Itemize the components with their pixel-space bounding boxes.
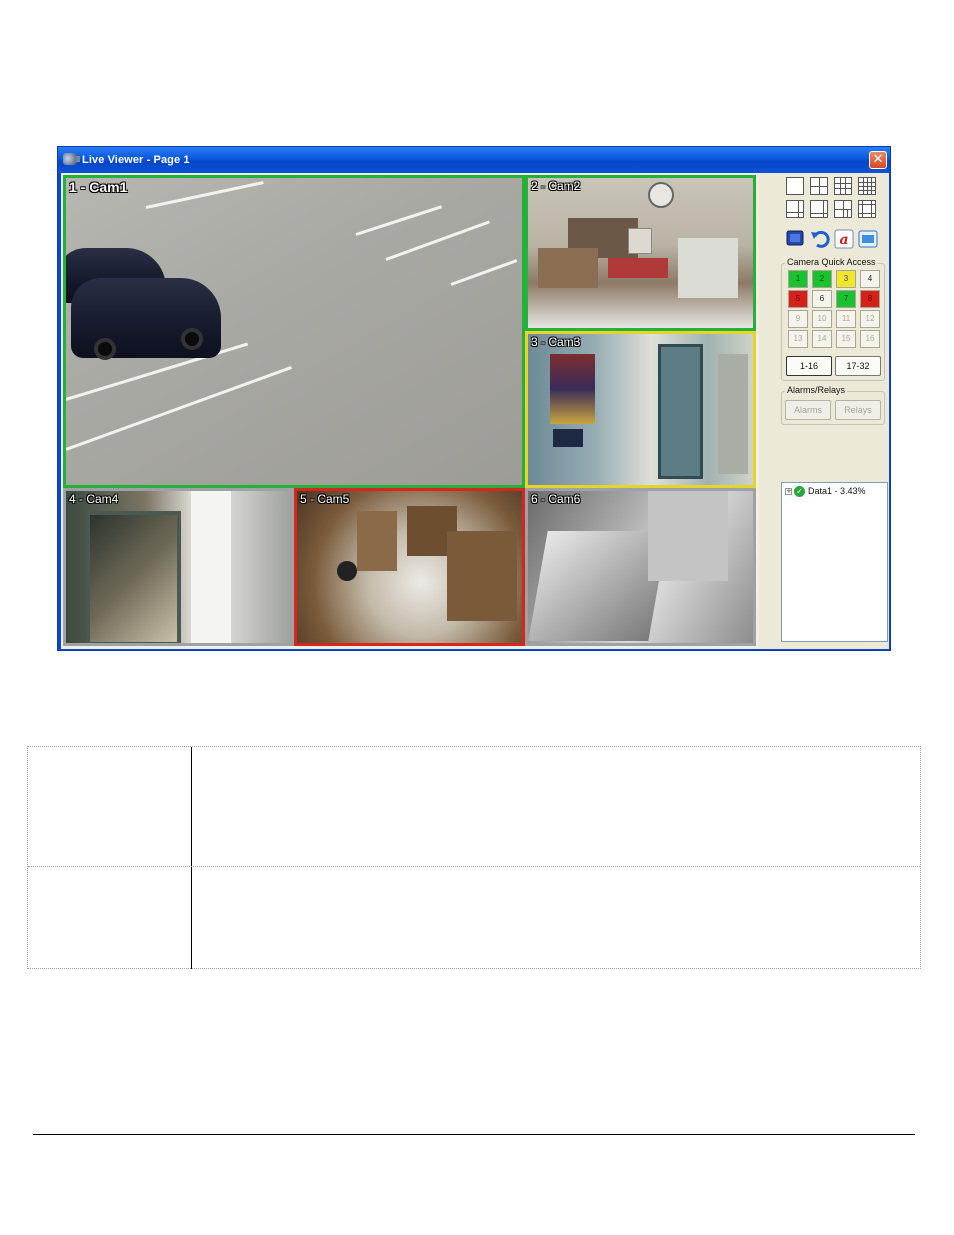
expand-icon[interactable]: +: [785, 488, 792, 495]
title-bar[interactable]: Live Viewer - Page 1 ✕: [58, 147, 890, 173]
quick-access-camera-12[interactable]: 12: [860, 310, 880, 328]
camera-tile-2[interactable]: 2 - Cam2: [525, 175, 756, 331]
quick-access-camera-3[interactable]: 3: [836, 270, 856, 288]
view-toggle-icon[interactable]: [857, 228, 879, 250]
layout-4x4-icon[interactable]: [858, 177, 876, 195]
layout-3x3-icon[interactable]: [834, 177, 852, 195]
window-title: Live Viewer - Page 1: [82, 154, 190, 166]
window-client-area: 1 - Cam1 2 - Cam2 3 - Cam3 4 - Cam4 5 - …: [61, 173, 889, 649]
camera-app-icon: [63, 153, 80, 165]
relays-button[interactable]: Relays: [835, 400, 881, 420]
camera-quick-access-label: Camera Quick Access: [785, 257, 878, 267]
quick-access-camera-1[interactable]: 1: [788, 270, 808, 288]
camera-label-6: 6 - Cam6: [531, 492, 581, 506]
camera-label-5: 5 - Cam5: [300, 492, 350, 506]
page-button-1-16[interactable]: 1-16: [786, 356, 832, 376]
quick-access-camera-13[interactable]: 13: [788, 330, 808, 348]
quick-access-camera-11[interactable]: 11: [836, 310, 856, 328]
alarms-button[interactable]: Alarms: [785, 400, 831, 420]
camera-tile-3[interactable]: 3 - Cam3: [525, 331, 756, 488]
layout-1plus12-icon[interactable]: [858, 200, 876, 218]
layout-1plus5-icon[interactable]: [786, 200, 804, 218]
camera-label-1: 1 - Cam1: [69, 179, 128, 195]
live-viewer-window: Live Viewer - Page 1 ✕ 1 - Cam1 2 - Cam2…: [57, 146, 891, 651]
description-table: [27, 746, 921, 969]
camera-tile-5[interactable]: 5 - Cam5: [294, 488, 525, 646]
camera-tile-4[interactable]: 4 - Cam4: [63, 488, 294, 646]
layout-1plus7-icon[interactable]: [810, 200, 828, 218]
quick-access-camera-5[interactable]: 5: [788, 290, 808, 308]
layout-1x1-icon[interactable]: [786, 177, 804, 195]
quick-access-camera-15[interactable]: 15: [836, 330, 856, 348]
quick-access-camera-6[interactable]: 6: [812, 290, 832, 308]
close-button[interactable]: ✕: [869, 151, 887, 169]
quick-access-camera-10[interactable]: 10: [812, 310, 832, 328]
monitor-icon[interactable]: [785, 228, 807, 250]
layout-2x2-icon[interactable]: [810, 177, 828, 195]
camera-tile-1[interactable]: 1 - Cam1: [63, 175, 525, 488]
layout-3plus4-icon[interactable]: [834, 200, 852, 218]
quick-access-camera-8[interactable]: 8: [860, 290, 880, 308]
camera-tile-6[interactable]: 6 - Cam6: [525, 488, 756, 646]
camera-label-2: 2 - Cam2: [531, 179, 581, 193]
quick-access-camera-7[interactable]: 7: [836, 290, 856, 308]
quick-access-camera-2[interactable]: 2: [812, 270, 832, 288]
quick-access-camera-14[interactable]: 14: [812, 330, 832, 348]
check-status-icon: ✓: [794, 486, 805, 497]
camera-label-3: 3 - Cam3: [531, 335, 581, 349]
tree-item-data1[interactable]: Data1 - 3.43%: [808, 486, 866, 496]
alarms-relays-label: Alarms/Relays: [785, 385, 848, 395]
page-button-17-32[interactable]: 17-32: [835, 356, 881, 376]
svg-text:a: a: [839, 232, 848, 248]
storage-tree[interactable]: + ✓ Data1 - 3.43%: [781, 482, 888, 642]
footer-rule: [33, 1134, 915, 1135]
quick-access-camera-9[interactable]: 9: [788, 310, 808, 328]
quick-access-camera-16[interactable]: 16: [860, 330, 880, 348]
control-panel: a Camera Quick Access 1 2 3 4 5 6 7 8 9 10 11 12 13 1…: [759, 173, 889, 649]
undo-arrow-icon[interactable]: [809, 228, 831, 250]
camera-label-4: 4 - Cam4: [69, 492, 119, 506]
alarm-a-icon[interactable]: a: [833, 228, 855, 250]
quick-access-camera-4[interactable]: 4: [860, 270, 880, 288]
